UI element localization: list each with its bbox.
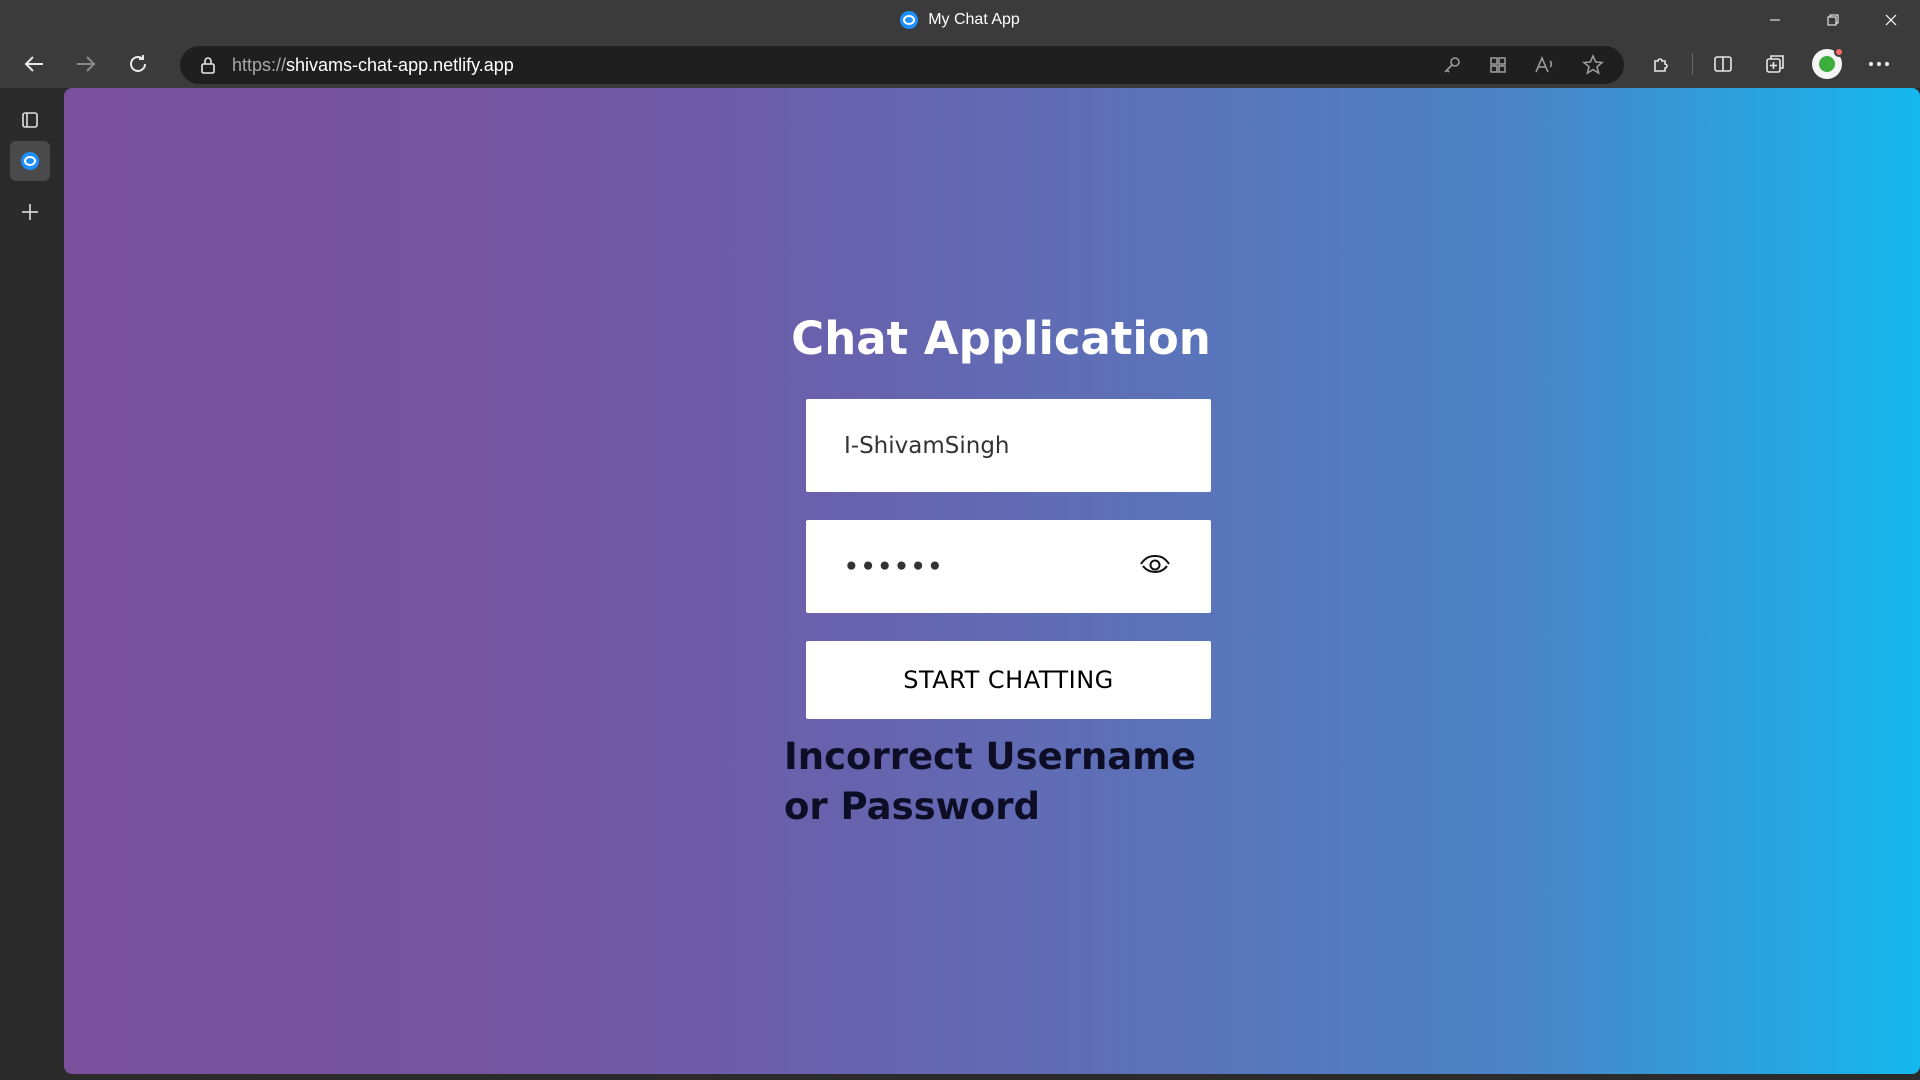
password-value: •••••• <box>844 553 945 580</box>
back-button[interactable] <box>8 44 60 84</box>
address-bar[interactable]: https:// shivams-chat-app.netlify.app <box>180 46 1624 84</box>
refresh-icon <box>130 55 146 72</box>
extensions-button[interactable] <box>1636 40 1688 88</box>
read-aloud-icon[interactable] <box>1534 55 1556 75</box>
restore-button[interactable] <box>1804 0 1862 40</box>
browser-title-bar: My Chat App <box>0 0 1920 40</box>
profile-avatar <box>1812 47 1844 79</box>
more-menu-button[interactable] <box>1853 40 1905 88</box>
lock-icon[interactable] <box>200 56 216 74</box>
browser-toolbar: https:// shivams-chat-app.netlify.app <box>0 40 1920 88</box>
close-button[interactable] <box>1862 0 1920 40</box>
new-tab-button[interactable] <box>10 192 50 232</box>
notification-dot <box>1834 47 1844 57</box>
chat-app-tab-icon <box>21 152 39 170</box>
window-bottom-edge <box>64 1074 1920 1080</box>
vertical-tabs-sidebar <box>0 88 64 1080</box>
restore-icon <box>1827 14 1839 26</box>
error-message: Incorrect Username or Password <box>784 735 1196 828</box>
split-screen-icon <box>1714 56 1732 72</box>
window-title: My Chat App <box>928 11 1020 28</box>
forward-button[interactable] <box>60 44 112 84</box>
page-viewport: Chat Application I-ShivamSingh •••••• ST… <box>64 88 1920 1074</box>
forward-arrow-icon <box>77 56 96 72</box>
favorite-star-icon[interactable] <box>1582 54 1604 76</box>
page-title: Chat Application <box>791 312 1211 365</box>
more-menu-icon <box>1868 61 1890 67</box>
tab-actions-icon <box>22 112 38 128</box>
address-bar-icons <box>1442 46 1604 84</box>
profile-button[interactable] <box>1801 40 1853 88</box>
tab-actions-button[interactable] <box>10 100 50 140</box>
window-title-group: My Chat App <box>900 11 1020 29</box>
close-icon <box>1885 14 1897 26</box>
minimize-icon <box>1770 19 1780 21</box>
url-host: shivams-chat-app.netlify.app <box>286 54 514 75</box>
new-tab-plus-icon <box>22 204 38 220</box>
split-screen-button[interactable] <box>1697 40 1749 88</box>
url-protocol: https:// <box>232 54 287 75</box>
collections-button[interactable] <box>1749 40 1801 88</box>
password-field[interactable]: •••••• <box>806 520 1211 613</box>
refresh-button[interactable] <box>112 44 164 84</box>
chat-app-tab[interactable] <box>10 141 50 181</box>
minimize-button[interactable] <box>1746 0 1804 40</box>
username-value: I-ShivamSingh <box>844 432 1010 459</box>
toolbar-separator <box>1692 53 1693 75</box>
key-icon[interactable] <box>1442 55 1462 75</box>
extensions-icon <box>1654 58 1668 72</box>
username-field[interactable]: I-ShivamSingh <box>806 399 1211 492</box>
browser-right-tools <box>1636 40 1905 88</box>
chat-bubble-icon <box>900 11 919 29</box>
eye-icon[interactable] <box>1139 552 1171 576</box>
window-controls <box>1746 0 1920 40</box>
start-chatting-button[interactable]: START CHATTING <box>806 641 1211 719</box>
back-arrow-icon <box>24 56 43 72</box>
apps-icon[interactable] <box>1488 55 1508 75</box>
collections-icon <box>1766 55 1784 73</box>
